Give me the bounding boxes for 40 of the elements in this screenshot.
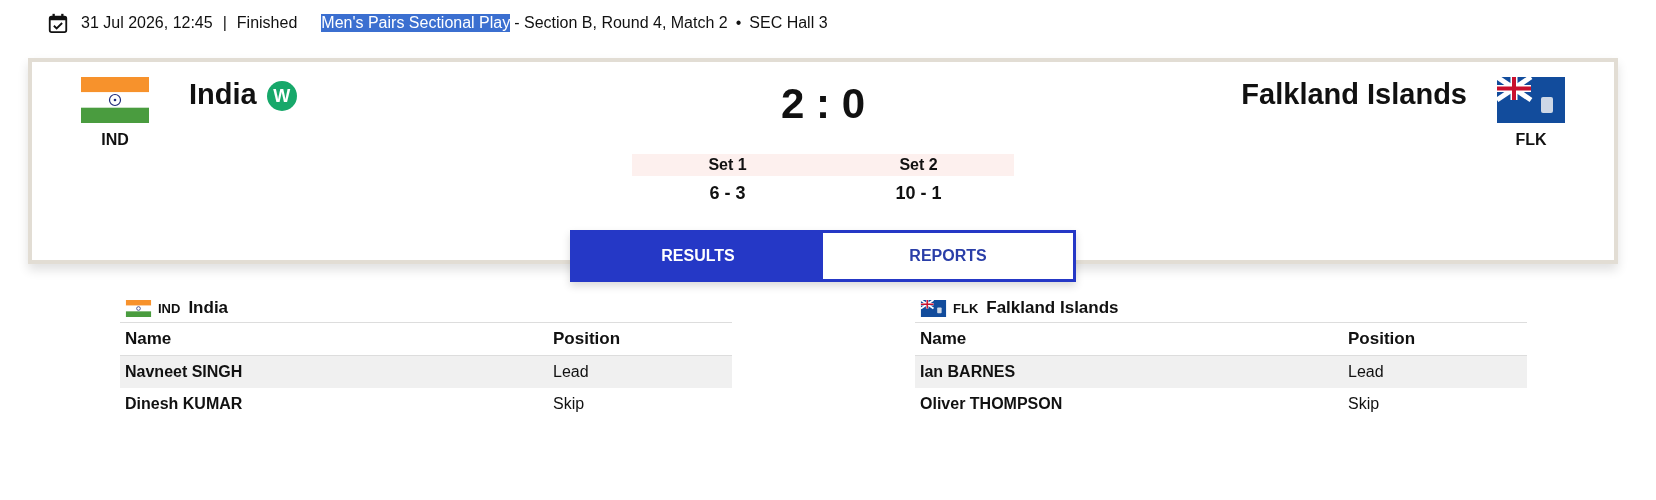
bullet: •: [735, 14, 742, 32]
column-header: Position: [1348, 329, 1416, 349]
winner-badge: W: [266, 81, 297, 111]
player-position: Skip: [553, 395, 585, 413]
tab[interactable]: REPORTS: [823, 233, 1073, 279]
player-name: Oliver THOMPSON: [919, 395, 1064, 413]
team-name: Falkland Islands: [986, 298, 1119, 318]
team-name: Falkland Islands: [1241, 78, 1467, 111]
team-name: India: [189, 78, 257, 111]
team-name: India: [188, 298, 229, 318]
player-position: Lead: [553, 363, 589, 381]
match-details: - Section B, Round 4, Match 2: [514, 14, 728, 32]
separator: |: [222, 14, 227, 32]
flag-icon: [125, 299, 152, 317]
team-code: FLK: [953, 300, 979, 316]
match-datetime: 31 Jul 2026, 12:45: [81, 14, 213, 32]
tab[interactable]: RESULTS: [573, 233, 823, 279]
team-code: IND: [101, 131, 129, 149]
player-name: Dinesh KUMAR: [124, 395, 244, 413]
column-header: Position: [553, 329, 621, 349]
column-header: Name: [919, 329, 968, 349]
set-score: 6 - 3: [708, 182, 747, 204]
event-name: Men's Pairs Sectional Play: [321, 14, 511, 32]
player-name: Ian BARNES: [919, 363, 1017, 381]
team-code: FLK: [1515, 131, 1547, 149]
flag-icon: [1497, 77, 1565, 123]
match-status: Finished: [236, 14, 298, 32]
set-label: Set 2: [898, 156, 939, 174]
player-position: Lead: [1348, 363, 1384, 381]
venue: SEC Hall 3: [749, 14, 828, 32]
column-header: Name: [124, 329, 173, 349]
set-score: 10 - 1: [894, 182, 943, 204]
team-code: IND: [158, 300, 181, 316]
calendar-icon: [47, 11, 69, 35]
player-name: Navneet SINGH: [124, 363, 244, 381]
flag-icon: [920, 299, 947, 317]
player-position: Skip: [1348, 395, 1380, 413]
match-score: 2 : 0: [780, 80, 865, 129]
flag-icon: [81, 77, 149, 123]
set-label: Set 1: [707, 156, 748, 174]
